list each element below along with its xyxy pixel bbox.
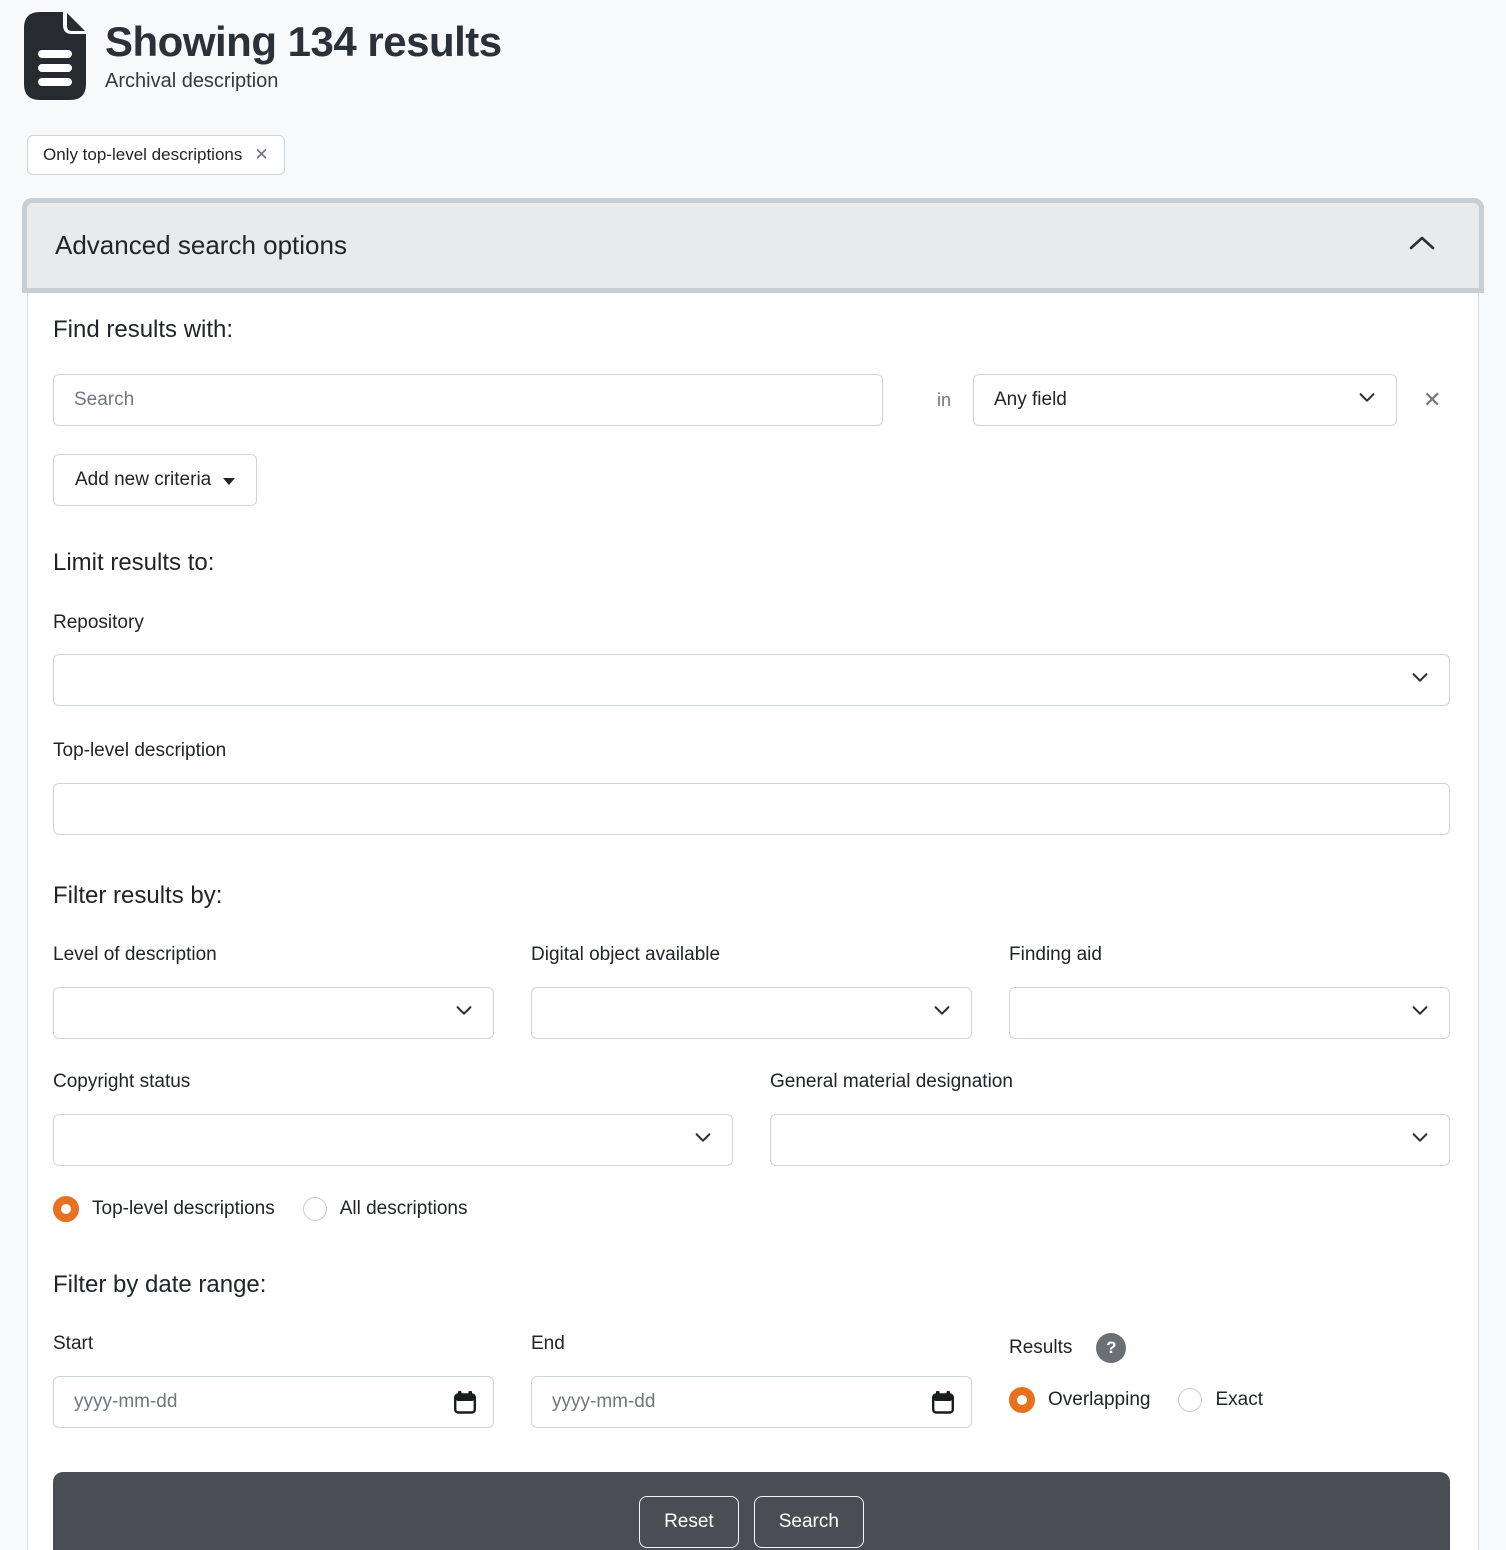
filter-tag-close-icon[interactable]: ✕	[254, 145, 268, 165]
copyright-status-label: Copyright status	[53, 1071, 733, 1094]
chevron-down-icon	[1356, 386, 1378, 414]
radio-overlapping[interactable]: Overlapping	[1009, 1387, 1150, 1413]
chevron-down-icon	[931, 999, 953, 1027]
copyright-status-select[interactable]	[53, 1114, 733, 1166]
start-date-input[interactable]	[53, 1376, 494, 1428]
help-icon[interactable]: ?	[1096, 1333, 1126, 1363]
end-date-input[interactable]	[531, 1376, 972, 1428]
radio-unselected-icon	[303, 1197, 327, 1221]
digital-object-select[interactable]	[531, 987, 972, 1039]
radio-unselected-icon	[1178, 1388, 1202, 1412]
gmd-select[interactable]	[770, 1114, 1450, 1166]
caret-down-icon	[223, 478, 235, 485]
level-of-description-select[interactable]	[53, 987, 494, 1039]
repository-label: Repository	[53, 612, 1450, 635]
radio-selected-icon	[1009, 1387, 1035, 1413]
finding-aid-label: Finding aid	[1009, 944, 1450, 967]
description-scope-radios: Top-level descriptions All descriptions	[53, 1196, 1450, 1222]
top-level-description-input[interactable]	[53, 783, 1450, 835]
finding-aid-select[interactable]	[1009, 987, 1450, 1039]
calendar-icon[interactable]	[454, 1391, 476, 1419]
date-range-heading: Filter by date range:	[53, 1270, 1450, 1299]
chevron-down-icon	[1409, 666, 1431, 694]
search-button[interactable]: Search	[754, 1496, 864, 1548]
filter-results-heading: Filter results by:	[53, 881, 1450, 910]
radio-selected-icon	[53, 1196, 79, 1222]
find-results-heading: Find results with:	[53, 315, 1450, 344]
results-label: Results	[1009, 1337, 1072, 1360]
end-date-label: End	[531, 1333, 972, 1356]
top-level-description-label: Top-level description	[53, 740, 1450, 763]
radio-all-descriptions[interactable]: All descriptions	[303, 1197, 468, 1221]
add-criteria-label: Add new criteria	[75, 469, 211, 491]
chevron-down-icon	[1409, 999, 1431, 1027]
advanced-search-title: Advanced search options	[55, 230, 347, 261]
reset-button[interactable]: Reset	[639, 1496, 739, 1548]
field-select[interactable]: Any field	[973, 374, 1397, 426]
chevron-down-icon	[1409, 1126, 1431, 1154]
start-date-label: Start	[53, 1333, 494, 1356]
radio-top-level-descriptions[interactable]: Top-level descriptions	[53, 1196, 275, 1222]
chevron-down-icon	[692, 1126, 714, 1154]
filter-tag-label: Only top-level descriptions	[43, 145, 242, 165]
filter-row-2: Copyright status General material design…	[53, 1071, 1450, 1166]
archival-description-icon	[24, 12, 86, 105]
level-of-description-label: Level of description	[53, 944, 494, 967]
advanced-search-body: Find results with: in Any field ✕ Add ne…	[27, 293, 1479, 1550]
repository-select[interactable]	[53, 654, 1450, 706]
advanced-search-header[interactable]: Advanced search options	[22, 198, 1484, 293]
limit-results-heading: Limit results to:	[53, 548, 1450, 577]
calendar-icon[interactable]	[932, 1391, 954, 1419]
advanced-search-panel: Advanced search options Find results wit…	[22, 198, 1484, 1550]
page-title: Showing 134 results	[105, 18, 502, 66]
chevron-up-icon	[1407, 233, 1437, 258]
add-criteria-button[interactable]: Add new criteria	[53, 454, 257, 506]
search-input[interactable]	[53, 374, 883, 426]
chevron-down-icon	[453, 999, 475, 1027]
radio-exact[interactable]: Exact	[1178, 1388, 1263, 1412]
form-actions-bar: Reset Search	[53, 1472, 1450, 1550]
page-header: Showing 134 results Archival description	[0, 0, 1506, 105]
in-label: in	[919, 390, 969, 411]
date-range-row: Start End	[53, 1333, 1450, 1428]
filter-row-1: Level of description Digital object avai…	[53, 944, 1450, 1039]
date-match-radios: Overlapping Exact	[1009, 1387, 1450, 1413]
search-criteria-row: in Any field ✕	[53, 374, 1450, 426]
page-subtitle: Archival description	[105, 70, 502, 93]
filter-tag-top-level[interactable]: Only top-level descriptions ✕	[27, 135, 285, 175]
gmd-label: General material designation	[770, 1071, 1450, 1094]
field-select-value: Any field	[994, 389, 1067, 411]
digital-object-label: Digital object available	[531, 944, 972, 967]
remove-criteria-icon[interactable]: ✕	[1423, 387, 1441, 413]
